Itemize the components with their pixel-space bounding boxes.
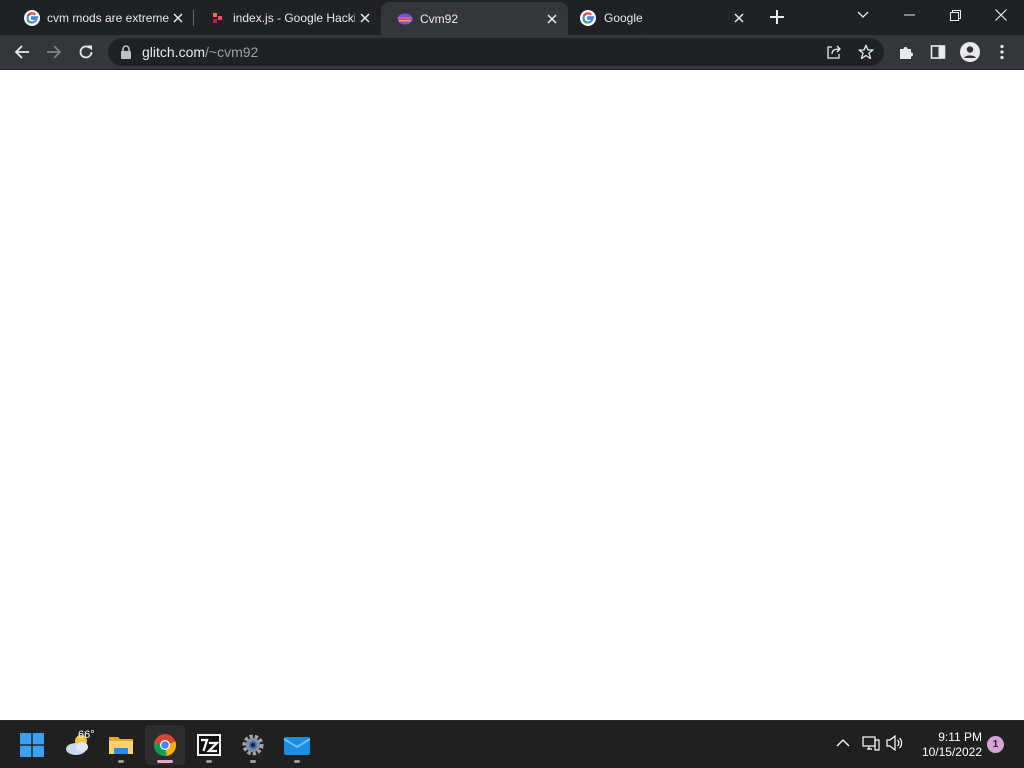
show-hidden-icons-button[interactable] xyxy=(833,733,853,753)
share-icon xyxy=(827,45,841,59)
glitch-fish-icon xyxy=(213,12,222,23)
weather-temperature: 66° xyxy=(78,729,95,741)
profile-button[interactable] xyxy=(956,38,984,66)
url-host: glitch.com xyxy=(142,44,206,60)
more-vert-icon xyxy=(1000,44,1004,60)
arrow-right-icon xyxy=(47,45,62,59)
volume-button[interactable] xyxy=(885,733,905,753)
speaker-icon xyxy=(886,735,903,751)
tab-index-js[interactable]: index.js - Google Hacking xyxy=(194,0,381,35)
taskbar-file-explorer[interactable] xyxy=(101,725,141,765)
network-button[interactable] xyxy=(861,733,881,753)
share-button[interactable] xyxy=(824,42,844,62)
chevron-down-icon xyxy=(857,11,869,18)
tab-search-button[interactable] xyxy=(840,0,886,30)
taskbar-mail[interactable] xyxy=(277,725,317,765)
minimize-icon xyxy=(903,14,915,16)
taskbar-7zip[interactable] xyxy=(189,725,229,765)
running-indicator xyxy=(206,760,212,763)
tab-cvm-mods[interactable]: cvm mods are extremely xyxy=(8,0,194,35)
tab-title: cvm mods are extremely xyxy=(47,10,169,25)
lock-icon[interactable] xyxy=(120,45,132,59)
clock-time: 9:11 PM xyxy=(938,730,982,744)
network-icon xyxy=(862,736,880,751)
restore-button[interactable] xyxy=(932,0,978,30)
windows-taskbar: 66° 9:11 PM 10/15/2022 1 xyxy=(0,720,1024,768)
start-button[interactable] xyxy=(12,725,52,765)
close-tab-icon[interactable] xyxy=(357,10,373,26)
close-tab-icon[interactable] xyxy=(170,10,186,26)
puzzle-piece-icon xyxy=(900,47,913,59)
gear-icon xyxy=(242,734,264,756)
windows-logo-icon xyxy=(20,733,44,757)
running-indicator xyxy=(157,760,173,763)
url-text[interactable]: glitch.com/~cvm92 xyxy=(142,44,258,60)
close-tab-icon[interactable] xyxy=(544,11,560,27)
running-indicator xyxy=(294,760,300,763)
google-g-icon xyxy=(580,9,596,26)
new-tab-button[interactable] xyxy=(765,5,789,29)
bookmark-button[interactable] xyxy=(856,42,876,62)
tab-title: Cvm92 xyxy=(420,11,459,26)
reload-icon xyxy=(79,45,93,59)
taskbar-clock[interactable]: 9:11 PM 10/15/2022 xyxy=(912,730,982,760)
cvm92-icon xyxy=(397,13,413,24)
google-g-icon xyxy=(24,9,40,26)
close-window-button[interactable] xyxy=(978,0,1024,30)
tab-google[interactable]: Google xyxy=(568,0,755,35)
chrome-icon xyxy=(153,734,177,757)
menu-button[interactable] xyxy=(988,38,1016,66)
forward-button[interactable] xyxy=(40,38,68,66)
side-panel-icon xyxy=(930,45,946,59)
extensions-button[interactable] xyxy=(892,38,920,66)
taskbar-settings[interactable] xyxy=(233,725,273,765)
minimize-button[interactable] xyxy=(886,0,932,30)
side-panel-button[interactable] xyxy=(924,38,952,66)
running-indicator xyxy=(118,760,124,763)
clock-date: 10/15/2022 xyxy=(921,745,982,759)
tab-title: index.js - Google Hacking xyxy=(233,10,355,25)
arrow-left-icon xyxy=(14,45,29,59)
back-button[interactable] xyxy=(8,38,36,66)
browser-toolbar: glitch.com/~cvm92 xyxy=(0,35,1024,70)
notification-badge[interactable]: 1 xyxy=(987,736,1004,753)
plus-icon xyxy=(770,10,784,24)
text-cursor-icon xyxy=(641,39,648,55)
address-bar[interactable]: glitch.com/~cvm92 xyxy=(108,38,884,66)
url-path: /~cvm92 xyxy=(205,44,259,60)
close-tab-icon[interactable] xyxy=(731,10,747,26)
tab-cvm92[interactable]: Cvm92 xyxy=(381,2,568,35)
running-indicator xyxy=(250,760,256,763)
star-icon xyxy=(858,44,874,60)
web-page-content[interactable] xyxy=(0,70,1024,720)
profile-icon xyxy=(960,42,980,62)
taskbar-chrome[interactable] xyxy=(145,725,185,765)
chevron-up-icon xyxy=(836,739,850,747)
close-icon xyxy=(995,9,1007,21)
folder-icon xyxy=(109,737,133,754)
tab-strip: cvm mods are extremely index.js - Google… xyxy=(0,0,1024,35)
reload-button[interactable] xyxy=(72,38,100,66)
tab-title: Google xyxy=(604,10,643,25)
mail-icon xyxy=(284,737,310,755)
7zip-icon xyxy=(197,734,221,756)
restore-icon xyxy=(949,9,961,21)
